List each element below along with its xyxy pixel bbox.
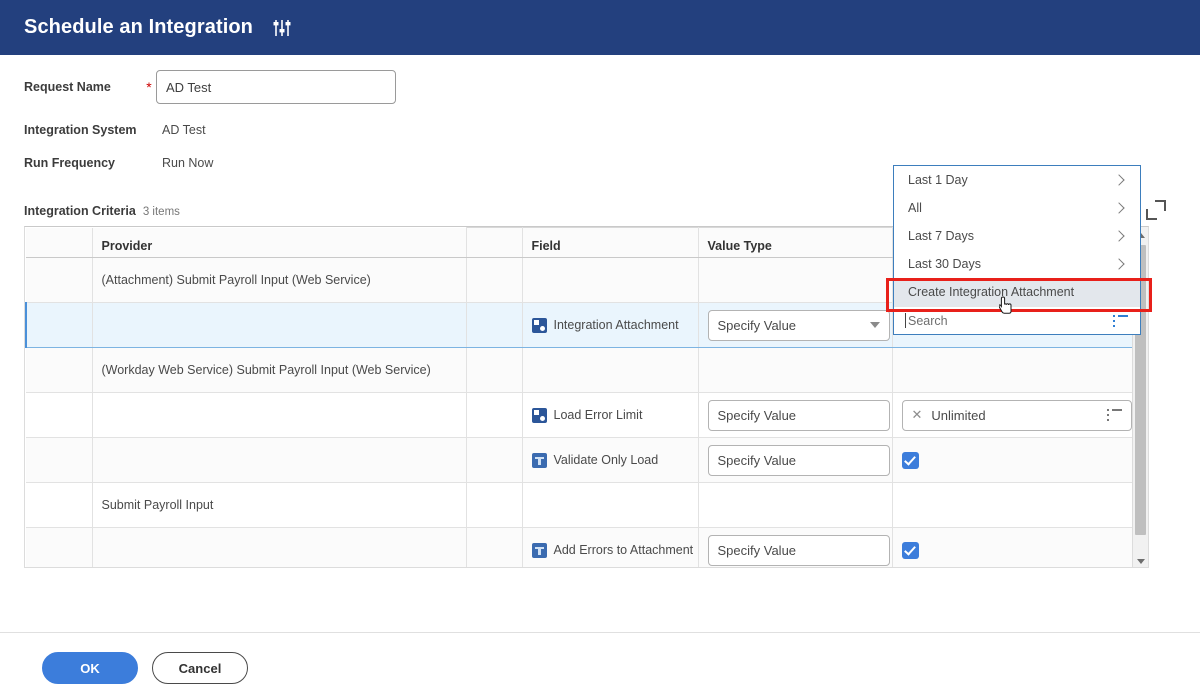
cell-field: Add Errors to Attachment [522, 527, 699, 567]
request-name-input[interactable] [156, 70, 396, 104]
boolean-field-icon [531, 452, 547, 468]
column-header-value-type[interactable]: Value Type [698, 227, 893, 258]
page-header: Schedule an Integration [0, 0, 1200, 55]
scroll-down-arrow[interactable] [1133, 553, 1148, 567]
grid-caption: Integration Criteria 3 items [24, 204, 180, 218]
integration-system-value: AD Test [162, 123, 206, 137]
cell-field: Load Error Limit [522, 392, 699, 438]
prompt-list-icon[interactable] [1113, 314, 1128, 327]
cell-value-type: Specify Value [698, 302, 893, 348]
chevron-right-icon [1113, 202, 1125, 214]
run-frequency-row: Run Frequency Run Now [24, 156, 213, 170]
chevron-down-icon [869, 322, 880, 328]
dropdown-item-last-30-days[interactable]: Last 30 Days [894, 250, 1140, 278]
reference-field-icon [531, 317, 547, 333]
integration-system-label: Integration System [24, 123, 137, 137]
run-frequency-label: Run Frequency [24, 156, 115, 170]
required-indicator: * [146, 79, 152, 95]
column-header-blank2 [466, 227, 523, 258]
sliders-settings-icon[interactable] [271, 17, 293, 39]
grid-item-count: 3 items [142, 206, 180, 218]
grid-title: Integration Criteria [24, 204, 136, 218]
value-type-input[interactable]: Specify Value [707, 444, 890, 476]
boolean-field-icon [531, 542, 547, 558]
cell-value-type: Specify Value [698, 527, 893, 567]
reference-field-icon [531, 407, 547, 423]
request-name-label: Request Name [24, 80, 111, 94]
run-frequency-value: Run Now [162, 156, 214, 170]
cell-value: ✕ Unlimited [892, 392, 1135, 438]
cancel-button[interactable]: Cancel [152, 652, 248, 684]
prompt-list-icon[interactable] [1106, 409, 1122, 421]
cell-value-type: Specify Value [698, 437, 893, 483]
dropdown-item-last-1-day[interactable]: Last 1 Day [894, 166, 1140, 194]
cell-value [892, 527, 1135, 567]
value-type-select[interactable]: Specify Value [707, 309, 890, 341]
dropdown-item-last-7-days[interactable]: Last 7 Days [894, 222, 1140, 250]
chevron-right-icon [1113, 230, 1125, 242]
column-header-provider[interactable]: Provider [92, 227, 467, 258]
chevron-right-icon [1113, 174, 1125, 186]
cell-field: Integration Attachment [522, 302, 699, 348]
page-title: Schedule an Integration [24, 16, 253, 38]
request-name-row: Request Name * [24, 70, 396, 104]
ok-button[interactable]: OK [42, 652, 138, 684]
mouse-cursor-pointer-icon [998, 296, 1015, 316]
value-type-dropdown-menu[interactable]: Last 1 Day All Last 7 Days Last 30 Days … [893, 165, 1141, 335]
footer-divider [0, 632, 1200, 633]
integration-system-row: Integration System AD Test [24, 123, 206, 137]
value-prompt-input[interactable]: ✕ Unlimited [901, 399, 1132, 431]
table-row[interactable]: Load Error Limit Specify Value ✕ Unlimit… [26, 392, 1135, 438]
cell-provider: Submit Payroll Input [92, 482, 467, 528]
table-row[interactable]: Submit Payroll Input [26, 482, 1135, 528]
table-row[interactable]: Add Errors to Attachment Specify Value [26, 527, 1135, 567]
dropdown-item-create-integration-attachment[interactable]: Create Integration Attachment [894, 278, 1140, 306]
cell-field: Validate Only Load [522, 437, 699, 483]
dropdown-search-row[interactable]: Search [894, 306, 1140, 334]
dropdown-item-all[interactable]: All [894, 194, 1140, 222]
table-row[interactable]: (Workday Web Service) Submit Payroll Inp… [26, 347, 1135, 393]
search-input[interactable]: Search [905, 312, 948, 328]
cell-provider [92, 302, 467, 348]
value-type-input[interactable]: Specify Value [707, 534, 890, 566]
cell-provider: (Attachment) Submit Payroll Input (Web S… [92, 257, 467, 303]
cell-value [892, 437, 1135, 483]
footer-actions: OK Cancel [42, 652, 248, 684]
cell-provider: (Workday Web Service) Submit Payroll Inp… [92, 347, 467, 393]
value-checkbox[interactable] [901, 541, 919, 559]
remove-icon[interactable]: ✕ [912, 407, 923, 423]
column-header-field[interactable]: Field [522, 227, 699, 258]
expand-grid-icon[interactable] [1146, 200, 1166, 220]
value-type-input[interactable]: Specify Value [707, 399, 890, 431]
column-header-blank [26, 227, 93, 258]
chevron-right-icon [1113, 258, 1125, 270]
cell-value-type: Specify Value [698, 392, 893, 438]
value-checkbox[interactable] [901, 451, 919, 469]
table-row[interactable]: Validate Only Load Specify Value [26, 437, 1135, 483]
